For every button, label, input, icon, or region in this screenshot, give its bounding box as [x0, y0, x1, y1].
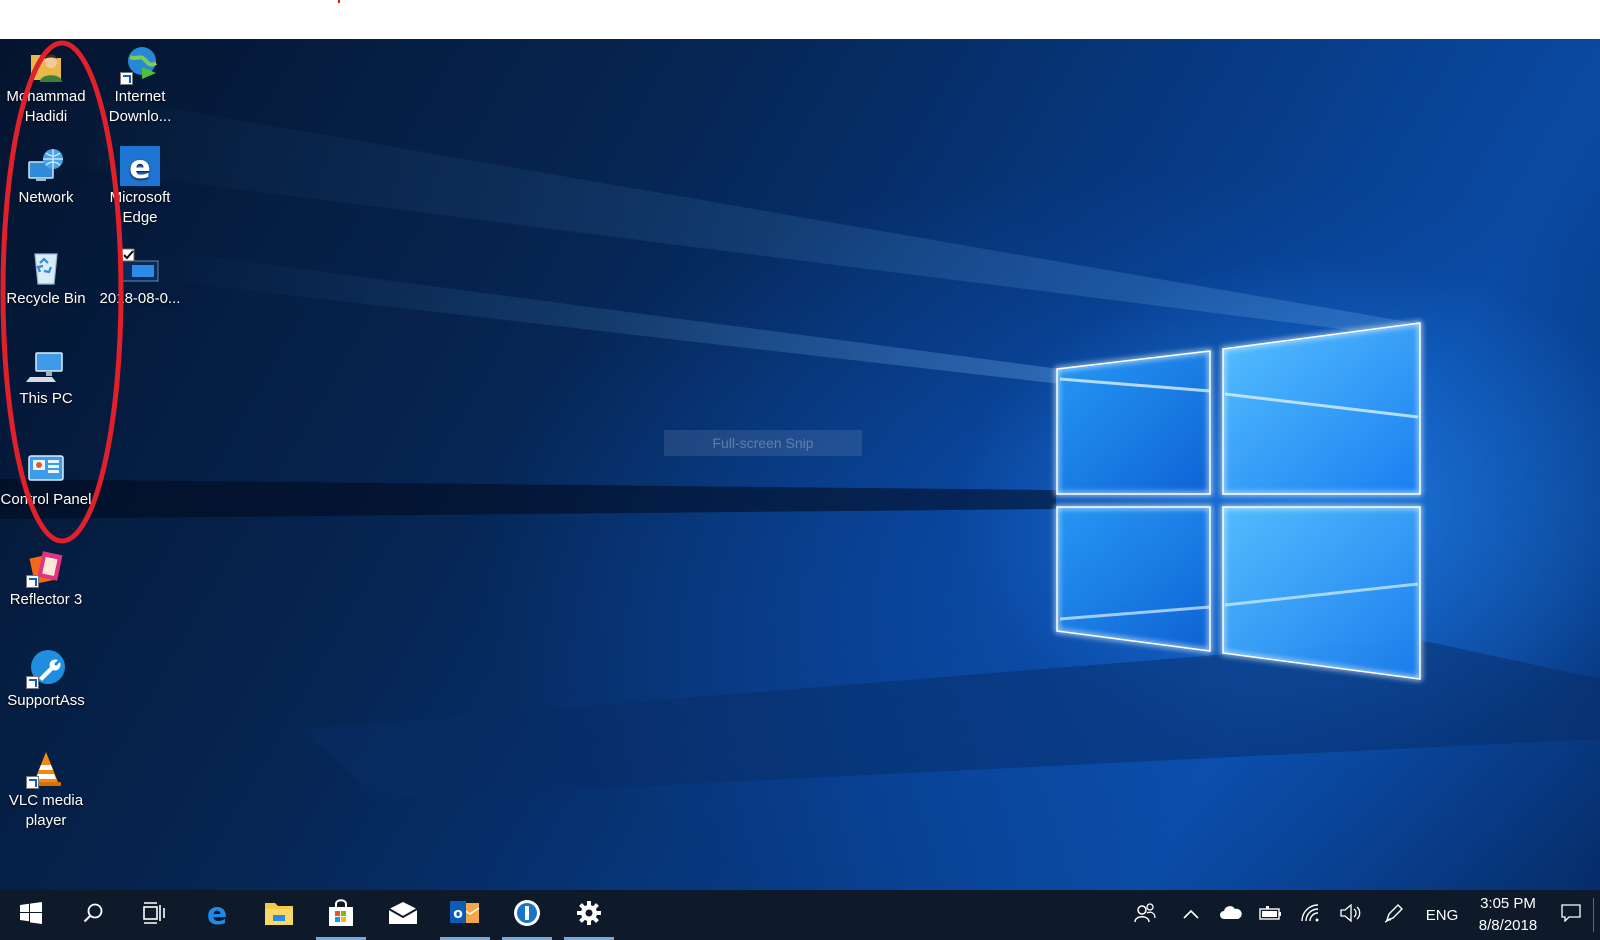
red-highlight-ellipse — [0, 40, 124, 544]
folder-icon — [264, 900, 294, 931]
desktop[interactable]: Mohammad Hadidi Network Recycle Bin This… — [0, 39, 1600, 890]
network-status-button[interactable] — [1291, 890, 1331, 940]
people-icon — [1134, 902, 1156, 928]
taskbar-store[interactable] — [310, 890, 372, 940]
input-language-button[interactable]: ENG — [1417, 890, 1467, 940]
annotation-mark — [338, 0, 340, 3]
windows-ink-button[interactable] — [1371, 890, 1417, 940]
search-icon — [82, 902, 104, 929]
edge-icon: e — [203, 897, 231, 932]
pen-icon — [1384, 903, 1404, 928]
system-tray: ENG 3:05 PM 8/8/2018 — [1119, 890, 1600, 940]
cloud-icon — [1220, 905, 1242, 925]
gear-icon — [576, 900, 602, 931]
show-hidden-icons-button[interactable] — [1171, 890, 1211, 940]
show-desktop-button[interactable] — [1593, 898, 1600, 932]
volume-button[interactable] — [1331, 890, 1371, 940]
start-button[interactable] — [0, 890, 62, 940]
taskbar-outlook[interactable]: o — [434, 890, 496, 940]
search-button[interactable] — [62, 890, 124, 940]
screenshot-top-margin — [0, 0, 1600, 39]
windows-logo-icon — [20, 901, 42, 929]
task-view-button[interactable] — [124, 890, 186, 940]
clock-button[interactable]: 3:05 PM 8/8/2018 — [1467, 890, 1549, 940]
keyhole-icon — [512, 898, 542, 933]
taskbar-mail[interactable] — [372, 890, 434, 940]
action-center-button[interactable] — [1549, 890, 1593, 940]
clock-time: 3:05 PM — [1480, 895, 1536, 912]
mail-icon — [388, 901, 418, 930]
svg-text:o: o — [453, 906, 463, 922]
store-bag-icon — [326, 898, 356, 932]
action-center-icon — [1561, 903, 1581, 927]
speaker-icon — [1340, 903, 1362, 927]
taskbar-settings[interactable] — [558, 890, 620, 940]
outlook-icon: o — [449, 898, 481, 933]
people-button[interactable] — [1119, 890, 1171, 940]
taskbar-file-explorer[interactable] — [248, 890, 310, 940]
svg-text:e: e — [207, 899, 227, 927]
wifi-icon — [1301, 903, 1321, 927]
chevron-up-icon — [1183, 906, 1199, 924]
battery-icon — [1259, 905, 1283, 925]
taskbar-1password[interactable] — [496, 890, 558, 940]
battery-button[interactable] — [1251, 890, 1291, 940]
onedrive-button[interactable] — [1211, 890, 1251, 940]
taskbar-edge[interactable]: e — [186, 890, 248, 940]
task-view-icon — [143, 901, 167, 929]
taskbar: e o ENG 3:05 PM 8/8/2018 — [0, 890, 1600, 940]
clock-date: 8/8/2018 — [1478, 917, 1538, 934]
